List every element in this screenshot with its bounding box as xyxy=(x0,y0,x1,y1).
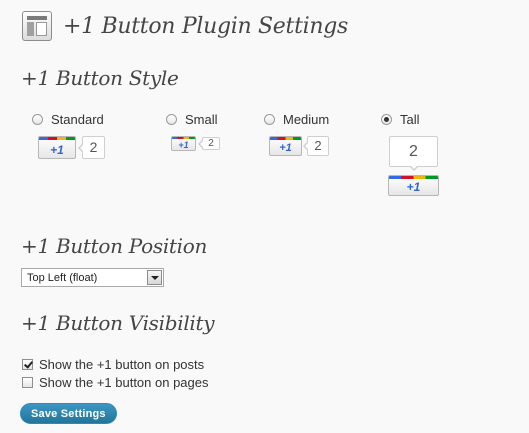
count-bubble-tall: 2 xyxy=(389,136,438,171)
settings-page-icon xyxy=(22,11,52,41)
count-bubble-standard: 2 xyxy=(78,136,105,159)
plus-one-button-tall-preview: +1 xyxy=(388,175,439,196)
show-on-posts-checkbox[interactable] xyxy=(22,359,33,370)
show-on-posts-label: Show the +1 button on posts xyxy=(39,357,205,372)
page-title: +1 Button Plugin Settings xyxy=(63,13,348,39)
radio-small[interactable] xyxy=(166,113,177,125)
option-label-medium: Medium xyxy=(283,111,330,127)
option-label-tall: Tall xyxy=(400,111,420,127)
position-select-value: Top Left (float) xyxy=(27,271,98,284)
radio-tall[interactable] xyxy=(381,113,392,125)
radio-medium[interactable] xyxy=(264,113,275,125)
style-option-tall[interactable]: Tall xyxy=(381,111,420,127)
style-option-small[interactable]: Small xyxy=(166,111,218,127)
plus-one-button-small-preview: +1 xyxy=(171,136,196,151)
save-settings-button[interactable]: Save Settings xyxy=(20,403,117,424)
show-on-pages-row[interactable]: Show the +1 button on pages xyxy=(22,375,209,390)
option-label-standard: Standard xyxy=(51,111,104,127)
position-select[interactable]: Top Left (float) xyxy=(21,268,164,287)
plus-one-button-medium-preview: +1 xyxy=(269,136,302,156)
visibility-section-title: +1 Button Visibility xyxy=(21,311,215,335)
page-header: +1 Button Plugin Settings xyxy=(22,10,348,42)
style-option-standard[interactable]: Standard xyxy=(32,111,104,127)
plus-one-text: +1 xyxy=(50,143,64,157)
show-on-pages-label: Show the +1 button on pages xyxy=(39,375,209,390)
count-bubble-medium: 2 xyxy=(303,136,329,156)
radio-standard[interactable] xyxy=(32,113,43,125)
style-section-title: +1 Button Style xyxy=(21,66,179,90)
position-section-title: +1 Button Position xyxy=(21,234,208,258)
count-bubble-small: 2 xyxy=(198,137,220,150)
option-label-small: Small xyxy=(185,111,218,127)
plus-one-button-standard-preview: +1 xyxy=(38,136,76,159)
plus-one-text: +1 xyxy=(406,180,421,194)
show-on-pages-checkbox[interactable] xyxy=(22,377,33,388)
show-on-posts-row[interactable]: Show the +1 button on posts xyxy=(22,357,204,372)
plus-one-text: +1 xyxy=(279,142,292,154)
style-option-medium[interactable]: Medium xyxy=(264,111,329,127)
chevron-down-icon[interactable] xyxy=(147,270,162,285)
plus-one-text: +1 xyxy=(178,140,189,150)
